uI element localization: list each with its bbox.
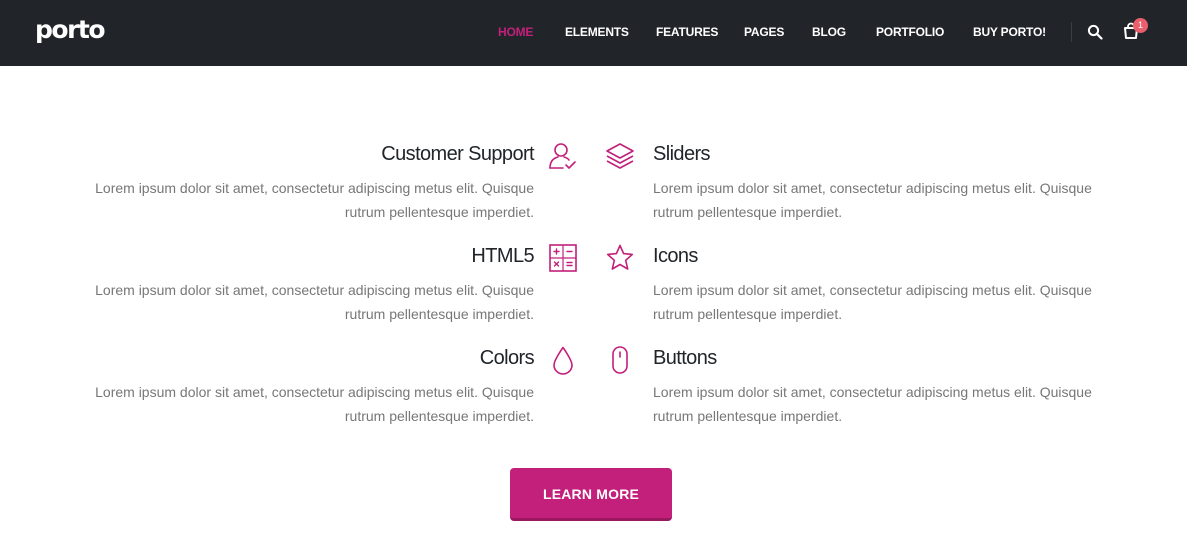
cart-count-badge: 1 [1133, 18, 1148, 33]
feature-title: Customer Support [381, 143, 534, 165]
feature-title: Sliders [653, 143, 711, 165]
nav-item-features[interactable]: FEATURES [656, 24, 718, 40]
feature-title: Buttons [653, 347, 717, 369]
main-nav: HOME ELEMENTS FEATURES PAGES BLOG PORTFO… [0, 0, 1187, 66]
feature-text: Lorem ipsum dolor sit amet, consectetur … [653, 282, 1092, 322]
feature-text: Lorem ipsum dolor sit amet, consectetur … [95, 384, 534, 424]
nav-item-blog[interactable]: BLOG [812, 24, 846, 40]
nav-divider [1071, 22, 1072, 42]
feature-buttons: Buttons Lorem ipsum dolor sit amet, cons… [653, 345, 1123, 435]
feature-colors: Colors Lorem ipsum dolor sit amet, conse… [64, 345, 534, 435]
feature-text: Lorem ipsum dolor sit amet, consectetur … [653, 384, 1092, 424]
nav-item-home[interactable]: HOME [498, 24, 533, 40]
drop-icon [548, 345, 578, 375]
feature-text: Lorem ipsum dolor sit amet, consectetur … [653, 180, 1092, 220]
learn-more-button[interactable]: LEARN MORE [510, 468, 672, 521]
feature-title: Colors [479, 347, 535, 369]
mouse-icon [605, 345, 635, 375]
layers-icon [605, 141, 635, 171]
nav-item-pages[interactable]: PAGES [744, 24, 784, 40]
feature-customer-support: Customer Support Lorem ipsum dolor sit a… [64, 141, 534, 231]
star-icon [605, 243, 635, 273]
feature-text: Lorem ipsum dolor sit amet, consectetur … [95, 282, 534, 322]
feature-icons: Icons Lorem ipsum dolor sit amet, consec… [653, 243, 1123, 333]
feature-title: Icons [653, 245, 698, 267]
search-icon[interactable] [1087, 24, 1103, 40]
feature-html5: HTML5 Lorem ipsum dolor sit amet, consec… [64, 243, 534, 333]
site-header: porto HOME ELEMENTS FEATURES PAGES BLOG … [0, 0, 1187, 66]
user-check-icon [548, 141, 578, 171]
calculator-icon [548, 243, 578, 273]
nav-item-elements[interactable]: ELEMENTS [565, 24, 629, 40]
nav-item-buy-porto[interactable]: BUY PORTO! [973, 24, 1046, 40]
feature-text: Lorem ipsum dolor sit amet, consectetur … [95, 180, 534, 220]
feature-title: HTML5 [471, 245, 534, 267]
nav-item-portfolio[interactable]: PORTFOLIO [876, 24, 944, 40]
feature-sliders: Sliders Lorem ipsum dolor sit amet, cons… [653, 141, 1123, 231]
